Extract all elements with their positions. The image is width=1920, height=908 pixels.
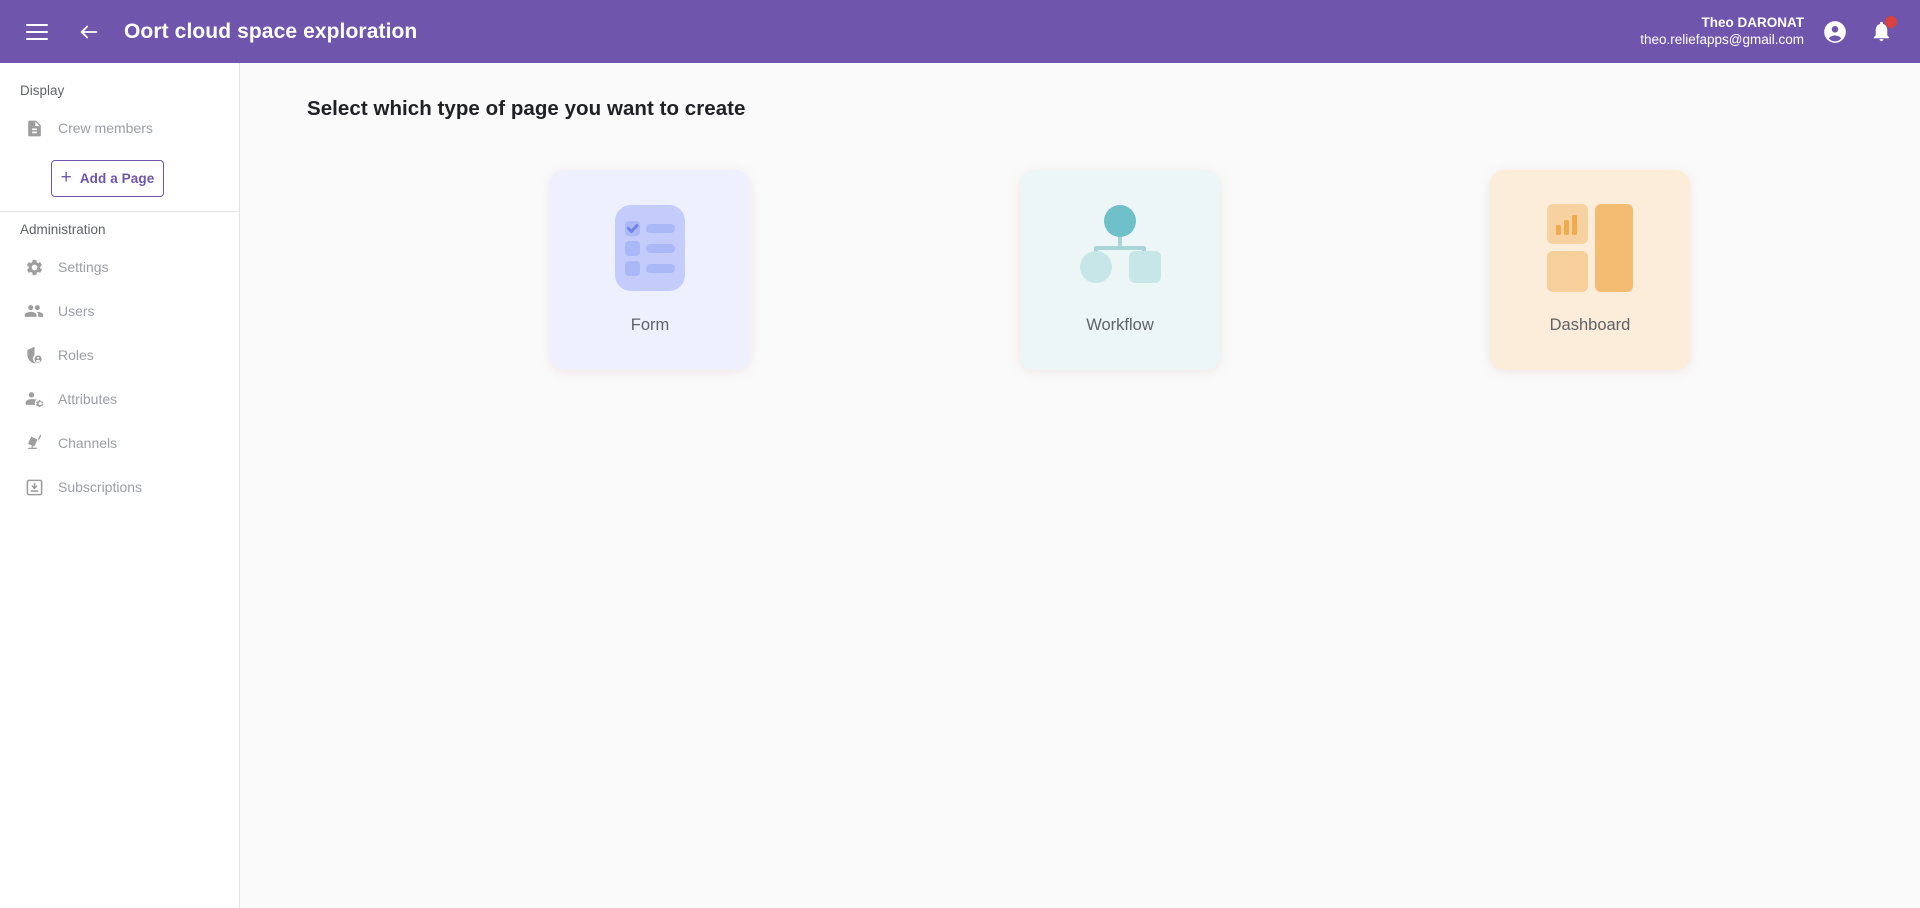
sidebar-item-label: Crew members <box>58 120 153 136</box>
hamburger-menu-icon[interactable] <box>20 15 54 49</box>
hamburger-lines <box>26 23 48 40</box>
add-page-button[interactable]: + Add a Page <box>51 160 164 197</box>
workflow-hierarchy-icon <box>1070 200 1170 296</box>
user-email: theo.reliefapps@gmail.com <box>1640 31 1804 47</box>
add-page-wrapper: + Add a Page <box>0 150 239 211</box>
sidebar-item-label: Roles <box>58 347 94 363</box>
page-type-card-dashboard[interactable]: Dashboard <box>1490 170 1690 370</box>
sidebar-section-title-display: Display <box>20 83 65 98</box>
people-icon <box>24 301 44 321</box>
notification-badge <box>1885 15 1897 28</box>
main-content: Select which type of page you want to cr… <box>240 63 1920 908</box>
page-type-cards: Form Workflow Dashboard <box>307 170 1920 370</box>
user-info: Theo DARONAT theo.reliefapps@gmail.com <box>1640 15 1804 49</box>
form-checklist-icon <box>600 200 700 296</box>
body-row: Display Crew members + Add a Page Admini… <box>0 63 1920 908</box>
arrow-left-icon[interactable] <box>72 15 106 49</box>
person-gear-icon <box>24 389 44 409</box>
card-label: Dashboard <box>1549 316 1631 334</box>
document-icon <box>24 118 44 138</box>
page-type-card-workflow[interactable]: Workflow <box>1020 170 1220 370</box>
page-type-card-form[interactable]: Form <box>550 170 750 370</box>
top-bar-right-group: Theo DARONAT theo.reliefapps@gmail.com <box>1640 15 1902 49</box>
app-root: Oort cloud space exploration Theo DARONA… <box>0 0 1920 908</box>
top-bar-left-group: Oort cloud space exploration <box>20 15 417 49</box>
card-label: Form <box>630 316 670 334</box>
top-app-bar: Oort cloud space exploration Theo DARONA… <box>0 0 1920 63</box>
shield-person-icon <box>24 345 44 365</box>
account-circle-icon[interactable] <box>1818 15 1852 49</box>
gear-icon <box>24 257 44 277</box>
user-name: Theo DARONAT <box>1701 14 1805 30</box>
sidebar-item-users[interactable]: Users <box>0 289 239 333</box>
main-heading: Select which type of page you want to cr… <box>307 97 746 120</box>
sidebar-section-title-administration: Administration <box>20 222 106 237</box>
sidebar-item-label: Users <box>58 303 95 319</box>
inbox-download-icon <box>24 477 44 497</box>
sidebar: Display Crew members + Add a Page Admini… <box>0 63 240 908</box>
page-title: Oort cloud space exploration <box>124 19 418 43</box>
add-page-button-label: Add a Page <box>79 171 155 186</box>
dashboard-tiles-icon <box>1540 200 1640 296</box>
notifications-button[interactable] <box>1866 15 1897 47</box>
sidebar-item-channels[interactable]: Channels <box>0 421 239 465</box>
sidebar-item-label: Channels <box>58 435 118 451</box>
sidebar-item-subscriptions[interactable]: Subscriptions <box>0 465 239 509</box>
sidebar-item-label: Settings <box>58 259 109 275</box>
sidebar-item-roles[interactable]: Roles <box>0 333 239 377</box>
sidebar-item-settings[interactable]: Settings <box>0 245 239 289</box>
sidebar-item-label: Subscriptions <box>58 479 143 495</box>
channel-broadcast-icon <box>24 433 44 453</box>
plus-icon: + <box>60 167 72 188</box>
sidebar-item-label: Attributes <box>58 391 118 407</box>
sidebar-item-attributes[interactable]: Attributes <box>0 377 239 421</box>
card-label: Workflow <box>1086 316 1154 334</box>
sidebar-item-crew-members[interactable]: Crew members <box>0 106 239 150</box>
